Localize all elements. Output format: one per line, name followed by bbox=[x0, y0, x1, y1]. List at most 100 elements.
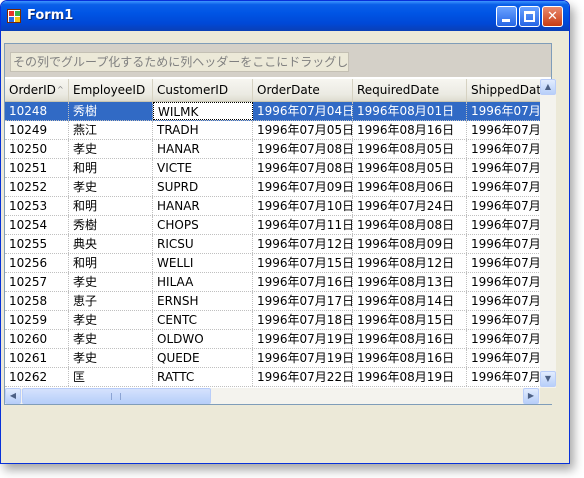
cell-requireddate[interactable]: 1996年08月15日 bbox=[353, 311, 467, 329]
data-grid[interactable]: その列でグループ化するために列ヘッダーをここにドラッグします。 OrderID ^… bbox=[4, 43, 556, 405]
horizontal-scrollbar[interactable]: ◀ ▶ bbox=[5, 388, 540, 404]
cell-customerid[interactable]: CENTC bbox=[153, 311, 253, 329]
cell-shippeddate[interactable]: 1996年07月1 bbox=[467, 140, 541, 158]
vertical-scroll-track[interactable] bbox=[540, 96, 556, 370]
cell-orderid[interactable]: 10255 bbox=[5, 235, 69, 253]
cell-orderid[interactable]: 10248 bbox=[5, 102, 69, 120]
cell-shippeddate[interactable]: 1996年07月2 bbox=[467, 311, 541, 329]
table-row[interactable]: 10250 孝史 HANAR 1996年07月08日 1996年08月05日 1996年0… bbox=[5, 140, 541, 159]
close-button[interactable]: ✕ bbox=[542, 6, 563, 27]
table-row[interactable]: 10249 燕江 TRADH 1996年07月05日 1996年08月16日 1996年0… bbox=[5, 121, 541, 140]
cell-orderdate[interactable]: 1996年07月09日 bbox=[253, 178, 353, 196]
cell-orderid[interactable]: 10259 bbox=[5, 311, 69, 329]
table-row[interactable]: 10254 秀樹 CHOPS 1996年07月11日 1996年08月08日 1996年0… bbox=[5, 216, 541, 235]
cell-employeeid[interactable]: 和明 bbox=[69, 197, 153, 215]
cell-employeeid[interactable]: 孝史 bbox=[69, 178, 153, 196]
cell-orderdate[interactable]: 1996年07月22日 bbox=[253, 368, 353, 386]
vertical-scrollbar[interactable]: ▲ ▼ bbox=[540, 79, 556, 388]
cell-orderid[interactable]: 10261 bbox=[5, 349, 69, 367]
cell-employeeid[interactable]: 孝史 bbox=[69, 349, 153, 367]
cell-requireddate[interactable]: 1996年08月16日 bbox=[353, 349, 467, 367]
cell-orderdate[interactable]: 1996年07月11日 bbox=[253, 216, 353, 234]
cell-shippeddate[interactable]: 1996年07月1 bbox=[467, 254, 541, 272]
cell-employeeid[interactable]: 和明 bbox=[69, 159, 153, 177]
table-row[interactable]: 10260 孝史 OLDWO 1996年07月19日 1996年08月16日 1996年0… bbox=[5, 330, 541, 349]
cell-orderid[interactable]: 10258 bbox=[5, 292, 69, 310]
cell-employeeid[interactable]: 孝史 bbox=[69, 311, 153, 329]
horizontal-scroll-thumb[interactable] bbox=[22, 388, 211, 404]
table-row[interactable]: 10253 和明 HANAR 1996年07月10日 1996年07月24日 1996年0… bbox=[5, 197, 541, 216]
cell-employeeid[interactable]: 恵子 bbox=[69, 292, 153, 310]
cell-customerid[interactable]: WELLI bbox=[153, 254, 253, 272]
cell-customerid[interactable]: RICSU bbox=[153, 235, 253, 253]
cell-orderdate[interactable]: 1996年07月17日 bbox=[253, 292, 353, 310]
cell-shippeddate[interactable]: 1996年07月3 bbox=[467, 349, 541, 367]
cell-customerid[interactable]: TRADH bbox=[153, 121, 253, 139]
table-row-selected[interactable]: 10248 秀樹 WILMK 1996年07月04日 1996年08月01日 1996年0… bbox=[5, 102, 541, 121]
table-row[interactable]: 10261 孝史 QUEDE 1996年07月19日 1996年08月16日 1996年0… bbox=[5, 349, 541, 368]
cell-orderdate[interactable]: 1996年07月05日 bbox=[253, 121, 353, 139]
table-row[interactable]: 10251 和明 VICTE 1996年07月08日 1996年08月05日 1996年0… bbox=[5, 159, 541, 178]
cell-orderid[interactable]: 10256 bbox=[5, 254, 69, 272]
cell-customerid[interactable]: HILAA bbox=[153, 273, 253, 291]
scroll-down-button[interactable]: ▼ bbox=[540, 371, 556, 387]
cell-shippeddate[interactable]: 1996年07月2 bbox=[467, 330, 541, 348]
cell-orderid[interactable]: 10251 bbox=[5, 159, 69, 177]
table-row[interactable]: 10252 孝史 SUPRD 1996年07月09日 1996年08月06日 1996年0… bbox=[5, 178, 541, 197]
cell-customerid[interactable]: SUPRD bbox=[153, 178, 253, 196]
cell-orderdate[interactable]: 1996年07月04日 bbox=[253, 102, 353, 120]
minimize-button[interactable] bbox=[496, 6, 517, 27]
cell-shippeddate[interactable]: 1996年07月1 bbox=[467, 235, 541, 253]
cell-employeeid[interactable]: 匡 bbox=[69, 368, 153, 386]
cell-employeeid[interactable]: 秀樹 bbox=[69, 216, 153, 234]
cell-orderdate[interactable]: 1996年07月18日 bbox=[253, 311, 353, 329]
cell-orderdate[interactable]: 1996年07月19日 bbox=[253, 349, 353, 367]
cell-orderid[interactable]: 10252 bbox=[5, 178, 69, 196]
cell-customerid[interactable]: HANAR bbox=[153, 197, 253, 215]
cell-orderdate[interactable]: 1996年07月16日 bbox=[253, 273, 353, 291]
scroll-left-button[interactable]: ◀ bbox=[5, 388, 21, 404]
column-header-requireddate[interactable]: RequiredDate bbox=[353, 79, 467, 101]
scroll-up-button[interactable]: ▲ bbox=[540, 79, 556, 95]
column-header-employeeid[interactable]: EmployeeID bbox=[69, 79, 153, 101]
cell-shippeddate[interactable]: 1996年07月2 bbox=[467, 216, 541, 234]
cell-employeeid[interactable]: 秀樹 bbox=[69, 102, 153, 120]
table-row[interactable]: 10256 和明 WELLI 1996年07月15日 1996年08月12日 1996年0… bbox=[5, 254, 541, 273]
table-row[interactable]: 10257 孝史 HILAA 1996年07月16日 1996年08月13日 1996年0… bbox=[5, 273, 541, 292]
cell-orderid[interactable]: 10257 bbox=[5, 273, 69, 291]
column-header-orderid[interactable]: OrderID ^ bbox=[5, 79, 69, 101]
cell-orderid[interactable]: 10254 bbox=[5, 216, 69, 234]
cell-orderdate[interactable]: 1996年07月08日 bbox=[253, 159, 353, 177]
table-row[interactable]: 10258 恵子 ERNSH 1996年07月17日 1996年08月14日 1996年0… bbox=[5, 292, 541, 311]
cell-requireddate[interactable]: 1996年08月12日 bbox=[353, 254, 467, 272]
cell-requireddate[interactable]: 1996年08月13日 bbox=[353, 273, 467, 291]
cell-orderid[interactable]: 10262 bbox=[5, 368, 69, 386]
cell-requireddate[interactable]: 1996年08月19日 bbox=[353, 368, 467, 386]
cell-requireddate[interactable]: 1996年08月01日 bbox=[353, 102, 467, 120]
cell-customerid[interactable]: VICTE bbox=[153, 159, 253, 177]
cell-requireddate[interactable]: 1996年07月24日 bbox=[353, 197, 467, 215]
cell-customerid[interactable]: QUEDE bbox=[153, 349, 253, 367]
table-row[interactable]: 10255 典央 RICSU 1996年07月12日 1996年08月09日 1996年0… bbox=[5, 235, 541, 254]
group-by-area[interactable]: その列でグループ化するために列ヘッダーをここにドラッグします。 bbox=[5, 44, 551, 78]
cell-orderid[interactable]: 10253 bbox=[5, 197, 69, 215]
app-icon[interactable] bbox=[7, 9, 21, 23]
table-row[interactable]: 10262 匡 RATTC 1996年07月22日 1996年08月19日 1996年07… bbox=[5, 368, 541, 387]
cell-requireddate[interactable]: 1996年08月06日 bbox=[353, 178, 467, 196]
cell-shippeddate[interactable]: 1996年07月1 bbox=[467, 178, 541, 196]
cell-customerid[interactable]: HANAR bbox=[153, 140, 253, 158]
cell-customerid[interactable]: OLDWO bbox=[153, 330, 253, 348]
title-bar[interactable]: Form1 ✕ bbox=[1, 1, 569, 31]
cell-employeeid[interactable]: 和明 bbox=[69, 254, 153, 272]
cell-requireddate[interactable]: 1996年08月05日 bbox=[353, 159, 467, 177]
table-row[interactable]: 10259 孝史 CENTC 1996年07月18日 1996年08月15日 1996年0… bbox=[5, 311, 541, 330]
cell-shippeddate[interactable]: 1996年07月2 bbox=[467, 292, 541, 310]
cell-orderdate[interactable]: 1996年07月08日 bbox=[253, 140, 353, 158]
column-header-shippeddate[interactable]: ShippedDate bbox=[467, 79, 541, 101]
cell-employeeid[interactable]: 典央 bbox=[69, 235, 153, 253]
cell-orderid[interactable]: 10260 bbox=[5, 330, 69, 348]
cell-requireddate[interactable]: 1996年08月08日 bbox=[353, 216, 467, 234]
column-header-customerid[interactable]: CustomerID bbox=[153, 79, 253, 101]
cell-shippeddate[interactable]: 1996年07月2 bbox=[467, 368, 541, 386]
cell-requireddate[interactable]: 1996年08月16日 bbox=[353, 121, 467, 139]
